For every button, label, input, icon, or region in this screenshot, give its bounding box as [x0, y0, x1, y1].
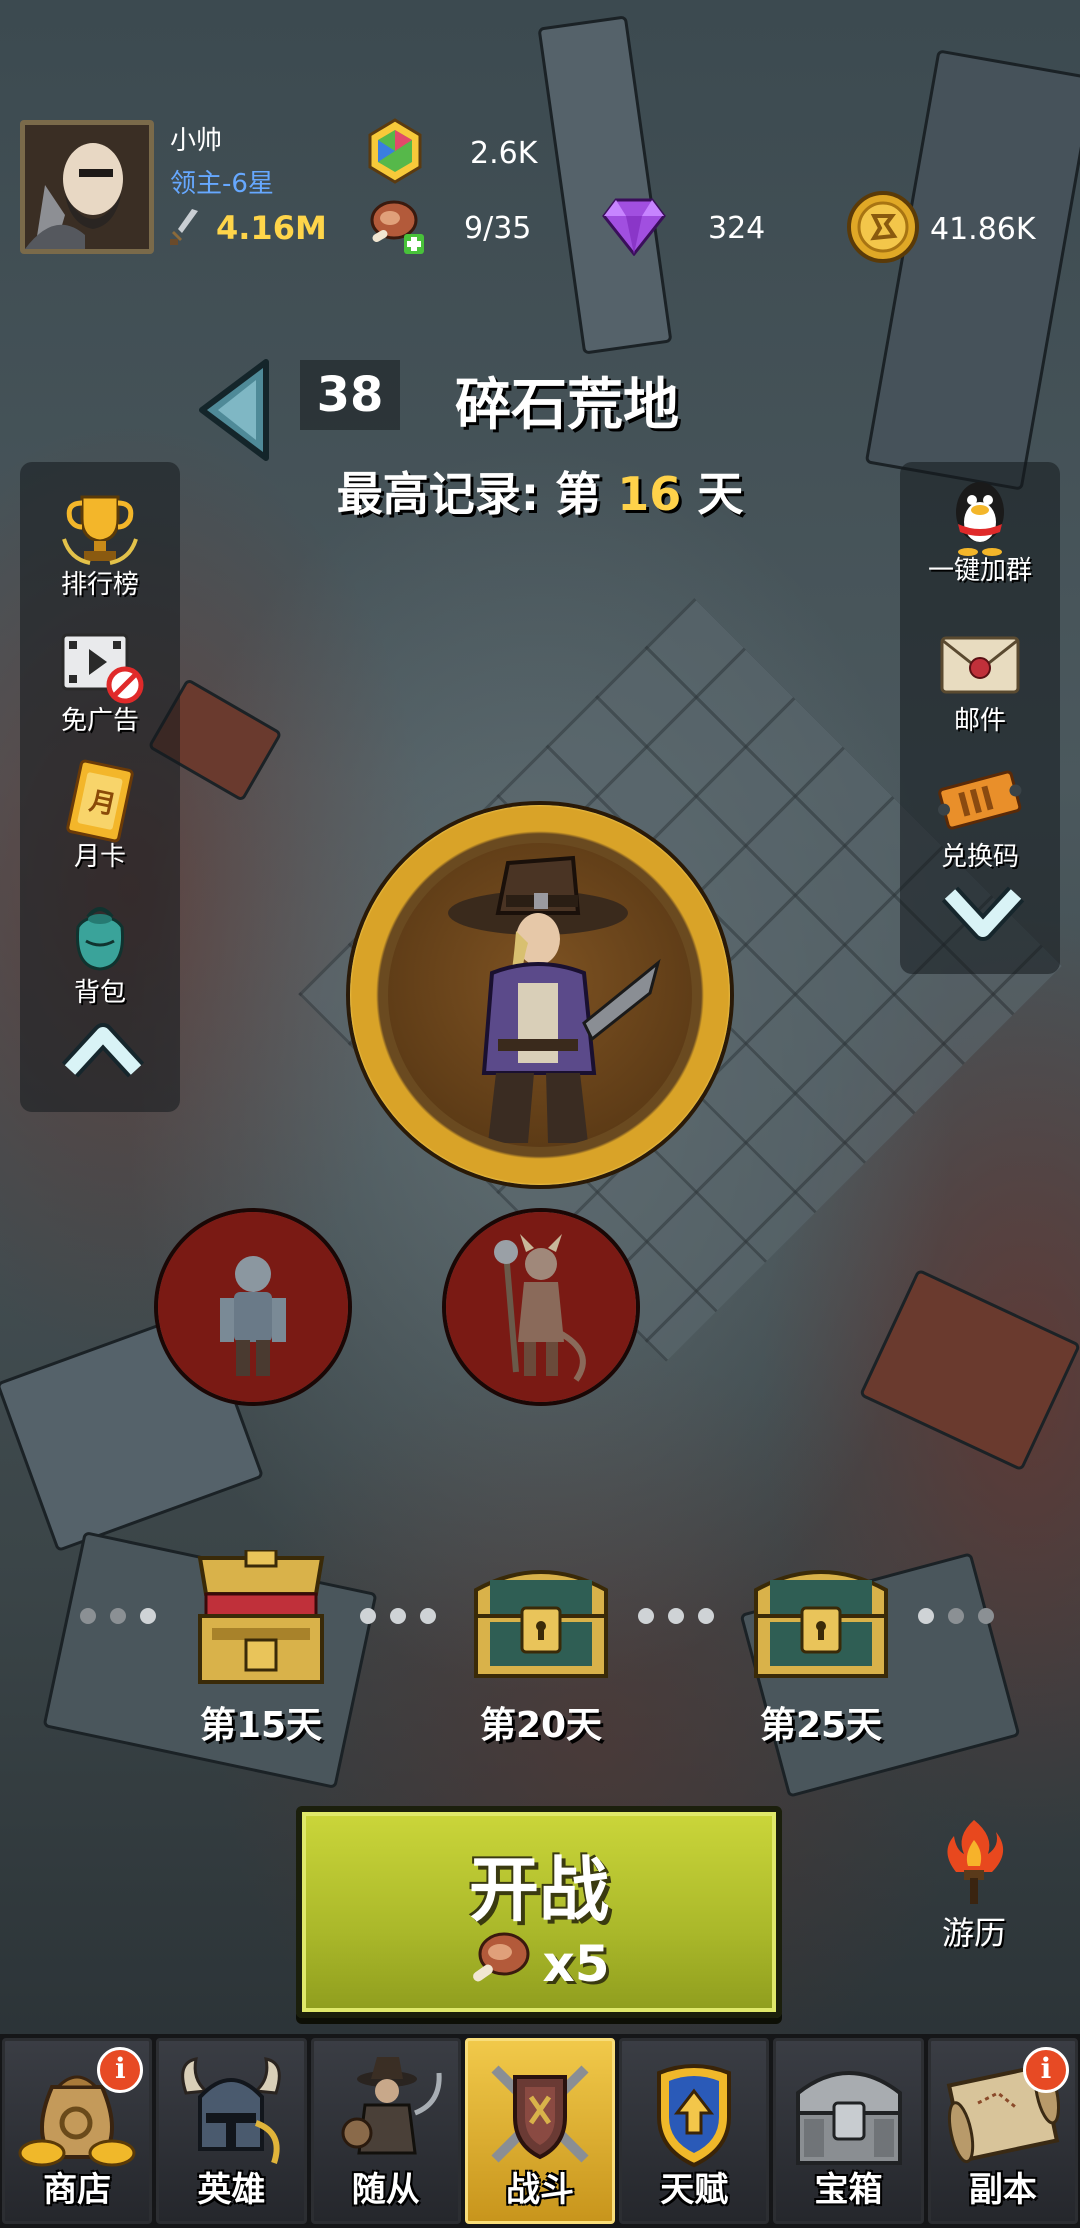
talent-shield-icon: [622, 2053, 766, 2173]
tab-hero[interactable]: 英雄: [156, 2038, 307, 2224]
zombie-figure-icon: [220, 1256, 286, 1376]
player-rank: 领主-6星: [170, 169, 274, 199]
tab-follower[interactable]: 随从: [310, 2038, 461, 2224]
shop-badge-icon: i: [97, 2047, 144, 2093]
collapse-left-menu-icon[interactable]: [60, 1020, 146, 1080]
progress-dots-1: [80, 1608, 156, 1624]
join-group-label: 一键加群: [927, 556, 1032, 586]
qq-penguin-icon: [935, 474, 1025, 556]
tab-dungeon[interactable]: i 副本: [927, 2038, 1078, 2224]
stage-number: 38: [300, 360, 400, 430]
meat-icon: [468, 1928, 532, 2000]
meat-value: 9/35: [464, 210, 532, 246]
battle-cost: x5: [302, 1928, 776, 2000]
no-ads-button[interactable]: 免广告: [30, 624, 170, 737]
meat-plus-icon: [364, 196, 428, 260]
tab-hero-label: 英雄: [197, 2170, 266, 2210]
travel-label: 游历: [941, 1914, 1006, 1952]
player-name: 小帅: [170, 126, 223, 156]
milestone-label-1: 第15天: [199, 1705, 323, 1746]
mail-button[interactable]: 邮件: [910, 624, 1050, 737]
progress-dots-3: [638, 1608, 714, 1624]
meat-stat[interactable]: 9/35: [364, 196, 531, 260]
travel-button[interactable]: 游历: [904, 1820, 1044, 1954]
monthly-card-icon: 月: [55, 759, 145, 843]
redeem-code-label: 兑换码: [940, 842, 1019, 872]
hex-crystal-icon: [368, 118, 422, 188]
bottom-nav: i 商店 英雄 随从 战斗 天赋 宝箱 i 副本: [0, 2034, 1080, 2228]
redeem-code-button[interactable]: 兑换码: [910, 760, 1050, 873]
milestone-chest-3[interactable]: [746, 1560, 896, 1684]
record-suffix: 天: [697, 467, 744, 521]
stage-name: 碎石荒地: [455, 373, 679, 438]
energy-value: 2.6K: [470, 135, 538, 171]
purple-gem-icon: [602, 196, 666, 260]
tab-follower-label: 随从: [351, 2170, 420, 2210]
tab-shop-label: 商店: [43, 2170, 112, 2210]
expand-right-menu-icon[interactable]: [940, 882, 1026, 942]
milestone-label-2: 第20天: [479, 1705, 603, 1746]
no-ads-icon: [55, 624, 145, 706]
imp-figure-icon: [494, 1234, 586, 1382]
record-prefix: 最高记录: 第: [336, 467, 602, 521]
sword-icon: [170, 207, 200, 249]
tab-talent[interactable]: 天赋: [619, 2038, 770, 2224]
battle-cost-value: x5: [542, 1935, 610, 1993]
dungeon-badge-icon: i: [1022, 2047, 1069, 2093]
progress-dots-2: [360, 1608, 436, 1624]
backpack-button[interactable]: 背包: [30, 896, 170, 1009]
tab-dungeon-label: 副本: [968, 2170, 1037, 2210]
tab-battle-label: 战斗: [505, 2170, 574, 2210]
backpack-label: 背包: [73, 978, 126, 1008]
crossed-swords-shield-icon: [468, 2053, 612, 2173]
backpack-icon: [55, 896, 145, 978]
open-chest-icon: [197, 1548, 325, 1684]
gems-stat[interactable]: 324: [602, 196, 765, 260]
power-value: 4.16M: [216, 209, 327, 247]
leaderboard-label: 排行榜: [60, 570, 139, 600]
prev-stage-arrow-icon[interactable]: [196, 358, 276, 462]
gold-value: 41.86K: [930, 211, 1036, 247]
progress-dots-4: [918, 1608, 994, 1624]
horned-helmet-icon: [159, 2053, 303, 2173]
tab-battle[interactable]: 战斗: [464, 2038, 616, 2224]
record-day: 16: [617, 467, 682, 521]
iron-chest-icon: [776, 2053, 920, 2173]
player-avatar[interactable]: [20, 120, 154, 254]
join-group-button[interactable]: 一键加群: [910, 474, 1050, 587]
locked-chest-icon: [474, 1570, 608, 1678]
no-ads-label: 免广告: [60, 706, 139, 736]
power-row: 4.16M: [170, 207, 327, 249]
milestone-chest-1[interactable]: [186, 1548, 336, 1694]
locked-chest-icon: [754, 1570, 888, 1678]
milestone-chest-2[interactable]: [466, 1560, 616, 1684]
gems-value: 324: [708, 210, 766, 246]
main-hero-portrait[interactable]: [350, 805, 730, 1185]
tab-talent-label: 天赋: [660, 2170, 729, 2210]
tab-chest-label: 宝箱: [814, 2170, 883, 2210]
torch-icon: [929, 1820, 1019, 1904]
energy-stat[interactable]: 2.6K: [368, 118, 537, 188]
tab-chest[interactable]: 宝箱: [773, 2038, 924, 2224]
witch-hunter-figure-icon: [388, 843, 692, 1147]
milestone-label-3: 第25天: [759, 1705, 883, 1746]
warrior-follower-icon: [314, 2053, 458, 2173]
monthly-card-button[interactable]: 月 月卡: [30, 759, 170, 873]
start-battle-label: 开战: [469, 1849, 609, 1931]
tab-shop[interactable]: i 商店: [2, 2038, 153, 2224]
companion-imp-portrait[interactable]: [446, 1212, 636, 1402]
leaderboard-button[interactable]: 排行榜: [30, 488, 170, 601]
mail-label: 邮件: [953, 706, 1006, 736]
monthly-card-label: 月卡: [73, 842, 126, 872]
ticket-icon: [935, 760, 1025, 842]
gold-stat[interactable]: 41.86K: [846, 190, 1036, 268]
trophy-icon: [55, 488, 145, 570]
mail-icon: [935, 624, 1025, 706]
companion-zombie-portrait[interactable]: [158, 1212, 348, 1402]
gold-coin-icon: [846, 190, 920, 268]
start-battle-button[interactable]: 开战 x5: [296, 1806, 782, 2018]
